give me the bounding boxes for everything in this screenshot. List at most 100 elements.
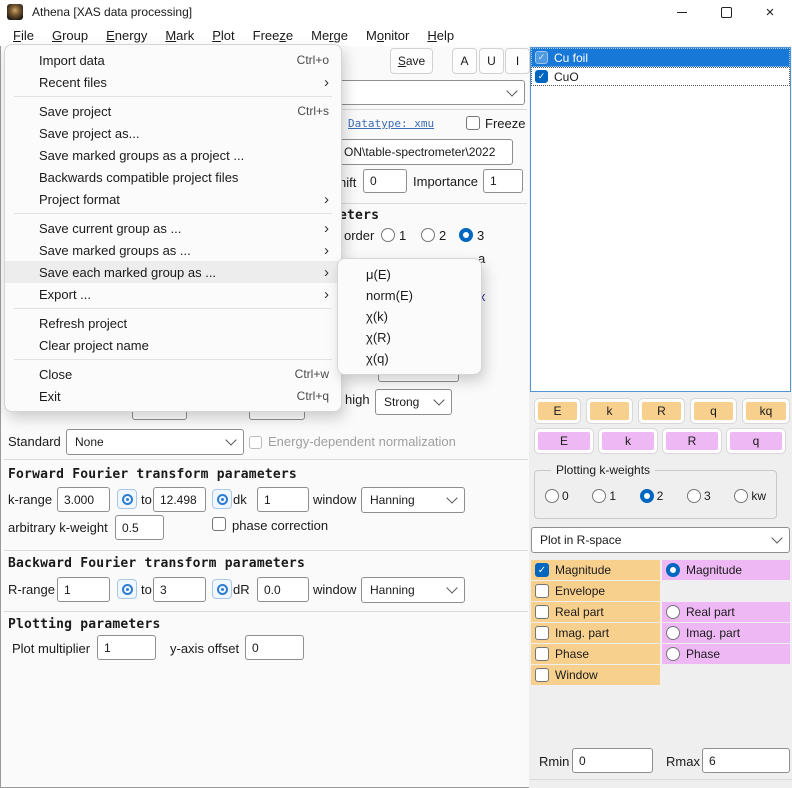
invert-marks-button[interactable]: I [505, 48, 530, 74]
submenu-item-chi-q[interactable]: χ(q) [338, 348, 481, 369]
rrange-max-input[interactable] [153, 577, 206, 602]
menu-file[interactable]: File [4, 26, 43, 45]
menu-item-exit[interactable]: ExitCtrl+q [5, 385, 341, 407]
menu-group[interactable]: Group [43, 26, 97, 45]
menu-item-refresh-project[interactable]: Refresh project [5, 312, 341, 334]
menu-freeze[interactable]: Freeze [244, 26, 302, 45]
option-real-part-checkbox[interactable]: Real part [531, 602, 660, 622]
maximize-button[interactable] [704, 0, 748, 24]
submenu-item-chi-r[interactable]: χ(R) [338, 327, 481, 348]
arbitrary-kweight-input[interactable] [115, 515, 164, 540]
phase-correction-checkbox[interactable] [212, 517, 226, 531]
rrange-min-input[interactable] [57, 577, 110, 602]
menu-item-project-format[interactable]: Project format› [5, 188, 341, 210]
rmax-input[interactable] [702, 748, 790, 773]
dr-input[interactable] [257, 577, 309, 602]
menu-item-export[interactable]: Export ...› [5, 283, 341, 305]
menu-energy[interactable]: Energy [97, 26, 156, 45]
plot-marked-k-button[interactable]: k [598, 428, 658, 454]
menu-item-recent-files[interactable]: Recent files› [5, 71, 341, 93]
menu-item-import-data[interactable]: Import dataCtrl+o [5, 49, 341, 71]
dk-input[interactable] [257, 487, 309, 512]
fft-window-combobox[interactable]: Hanning [361, 487, 465, 513]
mark-all-button[interactable]: A [452, 48, 477, 74]
plot-current-q-button[interactable]: q [690, 398, 737, 424]
submenu-item-norm-e[interactable]: norm(E) [338, 285, 481, 306]
menu-plot[interactable]: Plot [203, 26, 243, 45]
option-magnitude-checkbox[interactable]: ✓ Magnitude [531, 560, 660, 580]
menu-item-backwards-compatible-project-files[interactable]: Backwards compatible project files [5, 166, 341, 188]
yaxis-offset-input[interactable] [245, 635, 304, 660]
plot-marked-q-button[interactable]: q [726, 428, 786, 454]
menu-item-save-marked-groups-as-project[interactable]: Save marked groups as a project ... [5, 144, 341, 166]
kweight-1-radio[interactable]: 1 [592, 489, 616, 503]
plot-marked-e-button[interactable]: E [534, 428, 594, 454]
submenu-item-chi-k[interactable]: χ(k) [338, 306, 481, 327]
rmin-input[interactable] [572, 748, 653, 773]
close-button[interactable]: × [748, 0, 792, 24]
importance-input[interactable] [483, 169, 523, 193]
menu-merge[interactable]: Merge [302, 26, 357, 45]
kweight-0-radio[interactable]: 0 [545, 489, 569, 503]
group-list-item-cuo[interactable]: ✓ CuO [531, 67, 790, 86]
datatype-link[interactable]: Datatype: xmu [348, 117, 434, 130]
plot-current-r-button[interactable]: R [638, 398, 685, 424]
group-checkbox-checked-icon[interactable]: ✓ [535, 70, 548, 83]
menu-monitor[interactable]: Monitor [357, 26, 418, 45]
plot-multiplier-input[interactable] [97, 635, 156, 660]
file-path-input[interactable] [337, 139, 513, 165]
menu-help[interactable]: Help [418, 26, 463, 45]
menu-item-close[interactable]: CloseCtrl+w [5, 363, 341, 385]
option-phase-checkbox[interactable]: Phase [531, 644, 660, 664]
menu-mark[interactable]: Mark [156, 26, 203, 45]
divider [337, 109, 527, 110]
option-envelope-checkbox[interactable]: Envelope [531, 581, 660, 601]
chevron-down-icon [506, 85, 517, 96]
pluck-rmin-button[interactable] [117, 579, 137, 599]
clamp-high-combobox[interactable]: Strong [375, 389, 452, 415]
pluck-kmax-button[interactable] [212, 489, 232, 509]
chevron-down-icon [446, 492, 457, 503]
save-button[interactable]: Save [390, 48, 433, 74]
kmin-input[interactable] [57, 487, 110, 512]
freeze-checkbox[interactable] [466, 116, 480, 130]
energy-shift-input[interactable] [363, 169, 407, 193]
order-1-radio[interactable] [381, 228, 395, 242]
plot-space-combobox[interactable]: Plot in R-space [531, 527, 790, 553]
pluck-rmax-button[interactable] [212, 579, 232, 599]
plot-current-e-button[interactable]: E [534, 398, 581, 424]
unmark-all-button[interactable]: U [479, 48, 504, 74]
menu-item-save-project-as[interactable]: Save project as... [5, 122, 341, 144]
option-window-checkbox[interactable]: Window [531, 665, 660, 685]
kweight-2-radio[interactable]: 2 [640, 489, 664, 503]
group-list-item-cu-foil[interactable]: ✓ Cu foil [531, 48, 790, 67]
submenu-item-mu-e[interactable]: μ(E) [338, 264, 481, 285]
kweight-kw-radio[interactable]: kw [734, 489, 766, 503]
menu-item-save-each-marked-group-as[interactable]: Save each marked group as ...› [5, 261, 341, 283]
minimize-button[interactable] [660, 0, 704, 24]
option-imag-part-radio[interactable]: Imag. part [662, 623, 790, 643]
group-select-combobox[interactable] [337, 80, 525, 105]
option-magnitude-radio[interactable]: Magnitude [662, 560, 790, 580]
menu-item-save-current-group-as[interactable]: Save current group as ...› [5, 217, 341, 239]
plot-current-k-button[interactable]: k [586, 398, 633, 424]
menu-item-save-marked-groups-as[interactable]: Save marked groups as ...› [5, 239, 341, 261]
order-2-label: 2 [439, 228, 446, 243]
menu-item-clear-project-name[interactable]: Clear project name [5, 334, 341, 356]
standard-combobox[interactable]: None [66, 429, 244, 455]
kmax-input[interactable] [153, 487, 206, 512]
option-imag-part-checkbox[interactable]: Imag. part [531, 623, 660, 643]
plot-marked-r-button[interactable]: R [662, 428, 722, 454]
menu-item-save-project[interactable]: Save projectCtrl+s [5, 100, 341, 122]
plot-current-kq-button[interactable]: kq [742, 398, 790, 424]
bft-window-combobox[interactable]: Hanning [361, 577, 465, 603]
pluck-kmin-button[interactable] [117, 489, 137, 509]
option-real-part-radio[interactable]: Real part [662, 602, 790, 622]
kweight-3-radio[interactable]: 3 [687, 489, 711, 503]
pluck-icon [122, 494, 133, 505]
order-2-radio[interactable] [421, 228, 435, 242]
option-phase-radio[interactable]: Phase [662, 644, 790, 664]
order-3-radio[interactable] [459, 228, 473, 242]
group-checkbox-checked-icon[interactable]: ✓ [535, 51, 548, 64]
radio-icon [734, 489, 748, 503]
